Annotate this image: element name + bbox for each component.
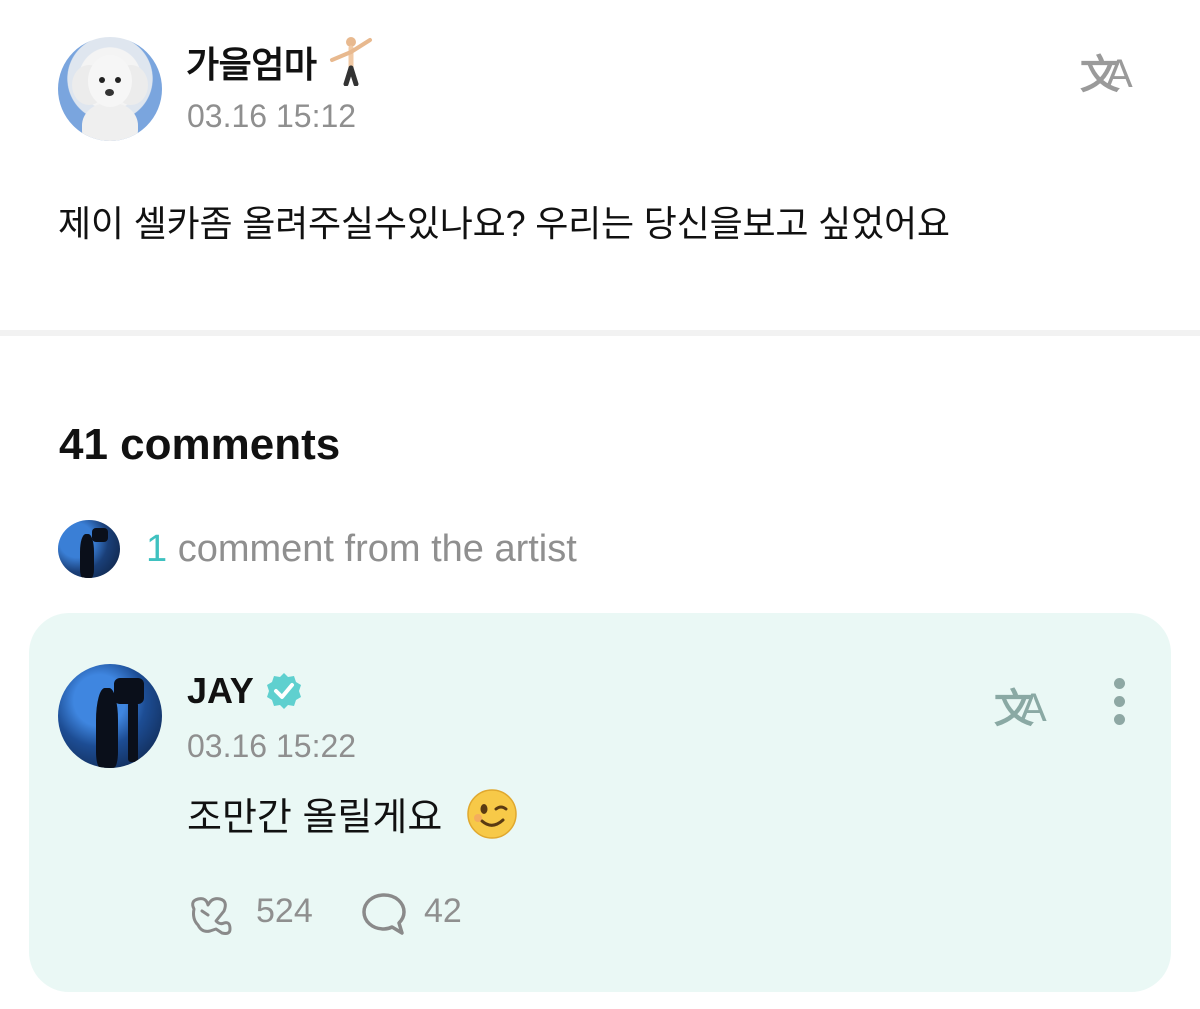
- like-count: 524: [256, 892, 313, 930]
- like-icon[interactable]: [186, 891, 238, 937]
- artist-comment-count: 1: [146, 528, 168, 570]
- artist-name[interactable]: JAY: [187, 670, 254, 712]
- artist-comment-translate-icon[interactable]: 文A: [994, 674, 1056, 732]
- author-name[interactable]: 가을엄마: [186, 36, 317, 88]
- cartwheel-emoji: [330, 37, 372, 86]
- jay-avatar[interactable]: [58, 664, 162, 768]
- artist-comment-timestamp: 03.16 15:22: [187, 728, 357, 764]
- artist-comment-filter[interactable]: 1 comment from the artist: [146, 528, 577, 571]
- reply-count: 42: [424, 892, 462, 930]
- artist-mini-avatar[interactable]: [58, 520, 120, 578]
- verified-badge-icon: [267, 673, 301, 709]
- artist-comment-label: comment from the artist: [167, 528, 577, 570]
- more-options-icon[interactable]: [1110, 676, 1130, 728]
- post-timestamp: 03.16 15:12: [187, 98, 357, 134]
- translate-icon[interactable]: 文A: [1080, 40, 1142, 98]
- author-avatar[interactable]: [58, 37, 162, 141]
- reply-icon[interactable]: [360, 891, 408, 937]
- winking-face-emoji: [467, 789, 517, 839]
- comments-count-heading: 41 comments: [59, 420, 341, 469]
- section-divider: [0, 330, 1200, 336]
- post-body-text: 제이 셀카좀 올려주실수있나요? 우리는 당신을보고 싶었어요: [58, 203, 950, 244]
- artist-comment-text: 조만간 올릴게요: [187, 797, 443, 839]
